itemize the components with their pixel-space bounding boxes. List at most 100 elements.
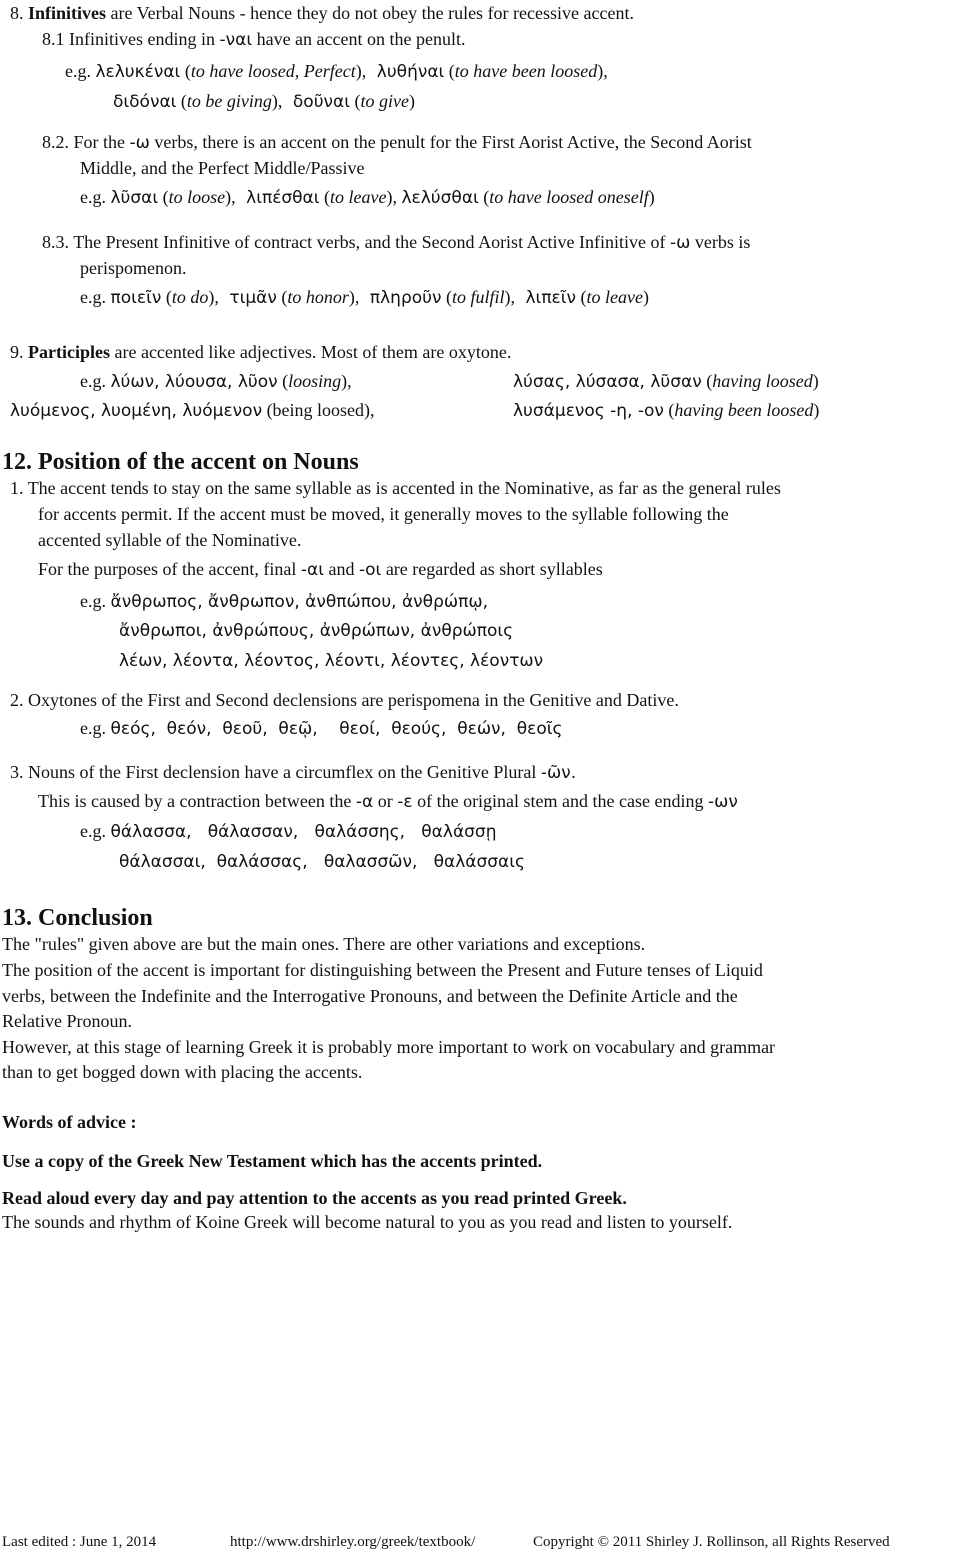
- text: verbs, there is an accent on the penult …: [154, 132, 752, 152]
- greek-words: λυόμενος, λυομένη, λυόμενον: [10, 401, 263, 421]
- section-title: Participles: [28, 342, 110, 362]
- text-line: accented syllable of the Nominative.: [38, 530, 302, 550]
- section-number: 8.: [10, 3, 24, 23]
- greek-words: ἄνθρωποι, ἀνθρώπους, ἀνθρώπων, ἀνθρώποις: [119, 621, 514, 641]
- section-13-heading: 13. Conclusion: [2, 905, 153, 931]
- gloss: to give: [360, 91, 409, 111]
- greek-words: θάλασσαι, θαλάσσας, θαλασσῶν, θαλάσσαις: [119, 852, 525, 872]
- section-8-heading: 8. Infinitives are Verbal Nouns - hence …: [10, 2, 634, 24]
- greek-word: λελύσθαι: [401, 188, 479, 208]
- advice-tip: Read aloud every day and pay attention t…: [2, 1188, 627, 1208]
- gloss: to honor: [287, 287, 349, 307]
- subsection-8-2: 8.2. For the -ω verbs, there is an accen…: [42, 131, 752, 154]
- text: are regarded as short syllables: [385, 559, 603, 579]
- subsection-8-1: 8.1 Infinitives ending in -ναι have an a…: [42, 28, 466, 51]
- paren: ),: [386, 187, 398, 207]
- section-title: Infinitives: [28, 3, 107, 23]
- greek-ending: -ω: [670, 233, 691, 253]
- eg-label: e.g.: [65, 61, 91, 81]
- eg-label: e.g.: [80, 371, 106, 391]
- gloss: having loosed: [712, 371, 813, 391]
- greek-ending: -ων: [708, 792, 738, 812]
- example-row: e.g. λελυκέναι (to have loosed, Perfect)…: [65, 60, 608, 83]
- advice-tip: Use a copy of the Greek New Testament wh…: [2, 1151, 543, 1171]
- eg-label: e.g.: [80, 287, 106, 307]
- gloss: to have been loosed: [454, 61, 598, 81]
- greek-ending: -οι: [359, 560, 382, 580]
- eg-label: e.g.: [80, 591, 106, 611]
- text: Oxytones of the First and Second declens…: [28, 690, 679, 710]
- text: This is caused by a contraction between …: [38, 791, 352, 811]
- example-row: e.g. λῦσαι (to loose), λιπέσθαι (to leav…: [80, 187, 655, 208]
- greek-word: τιμᾶν: [229, 288, 277, 308]
- text-line: Middle, and the Perfect Middle/Passive: [80, 158, 365, 178]
- example-row: λύσας, λύσασα, λῦσαν (having loosed): [513, 371, 819, 392]
- greek-ending: -αι: [300, 560, 325, 580]
- text: For the: [73, 132, 126, 152]
- text: The accent tends to stay on the same syl…: [27, 478, 781, 498]
- paren: ),: [348, 287, 360, 307]
- point-number: 2.: [10, 690, 24, 710]
- greek-words: ἄνθρωπος, ἄνθρωπον, ἀνθπώπου, ἀνθρώπῳ,: [110, 592, 488, 612]
- text-line: This is caused by a contraction between …: [38, 790, 738, 813]
- example-row: διδόναι (to be giving), δοῦναι (to give): [113, 90, 415, 113]
- gloss: to have loosed, Perfect: [190, 61, 356, 81]
- paragraph-line: Relative Pronoun.: [2, 1011, 132, 1031]
- gloss: to leave: [586, 287, 643, 307]
- greek-words: θεός, θεόν, θεοῦ, θεῷ, θεοί, θεούς, θεών…: [110, 719, 563, 739]
- paren: ): [648, 187, 655, 207]
- greek-word: ποιεῖν: [110, 288, 162, 308]
- section-text: are accented like adjectives. Most of th…: [114, 342, 512, 362]
- text-line: for accents permit. If the accent must b…: [38, 504, 729, 524]
- section-text: are Verbal Nouns - hence they do not obe…: [110, 3, 634, 23]
- paren: ),: [504, 287, 516, 307]
- paren: ),: [225, 187, 236, 207]
- greek-word: λυθήναι: [376, 62, 445, 82]
- text: or: [377, 791, 393, 811]
- paren: ): [408, 91, 415, 111]
- section-9-heading: 9. Participles are accented like adjecti…: [10, 341, 511, 363]
- example-row: e.g. ποιεῖν (to do), τιμᾶν (to honor), π…: [80, 287, 649, 308]
- greek-words: λύων, λύουσα, λῦον: [110, 372, 278, 392]
- text: verbs is: [694, 232, 751, 252]
- subsection-8-3: 8.3. The Present Infinitive of contract …: [42, 231, 750, 254]
- paragraph-line: verbs, between the Indefinite and the In…: [2, 986, 738, 1006]
- footer-url[interactable]: http://www.drshirley.org/greek/textbook/: [230, 1531, 475, 1553]
- paragraph-line: The position of the accent is important …: [2, 960, 763, 980]
- greek-words: λυσάμενος -η, -ον: [513, 401, 664, 421]
- greek-words: λέων, λέοντα, λέοντος, λέοντι, λέοντες, …: [119, 651, 544, 671]
- greek-ending: -ναι: [219, 30, 253, 50]
- gloss: loosing: [288, 371, 342, 391]
- text: The Present Infinitive of contract verbs…: [73, 232, 666, 252]
- greek-ending: -ῶν.: [540, 763, 577, 783]
- paren: ),: [208, 287, 219, 307]
- note-line: For the purposes of the accent, final -α…: [38, 558, 603, 581]
- eg-label: e.g.: [80, 821, 106, 841]
- example-row: λυόμενος, λυομένη, λυόμενον (being loose…: [10, 399, 375, 422]
- subsection-number: 8.1: [42, 29, 65, 49]
- gloss: to loose: [168, 187, 226, 207]
- text: For the purposes of the accent, final: [38, 559, 297, 579]
- gloss: to fulfil: [451, 287, 505, 307]
- greek-word: λιπέσθαι: [246, 188, 320, 208]
- gloss: to leave: [330, 187, 387, 207]
- example-row: λυσάμενος -η, -ον (having been loosed): [513, 400, 820, 421]
- eg-label: e.g.: [80, 718, 106, 738]
- point-3: 3. Nouns of the First declension have a …: [10, 761, 576, 784]
- gloss: (being loosed),: [266, 400, 375, 420]
- greek-ending: -ε: [397, 792, 413, 812]
- greek-word: δοῦναι: [292, 92, 350, 112]
- paren: ),: [271, 91, 283, 111]
- point-2: 2. Oxytones of the First and Second decl…: [10, 689, 679, 711]
- gloss: to do: [171, 287, 209, 307]
- example-row: e.g. θάλασσα, θάλασσαν, θαλάσσης, θαλάσσ…: [80, 820, 496, 843]
- gloss: to be giving: [186, 91, 272, 111]
- advice-heading: Words of advice :: [2, 1112, 137, 1132]
- greek-words: θάλασσα, θάλασσαν, θαλάσσης, θαλάσσῃ: [110, 822, 497, 842]
- text: Nouns of the First declension have a cir…: [28, 762, 537, 782]
- paragraph-line: The "rules" given above are but the main…: [2, 934, 646, 954]
- paren: ),: [355, 61, 367, 81]
- subsection-number: 8.2.: [42, 132, 69, 152]
- greek-ending: -α: [355, 792, 374, 812]
- greek-word: πληροῦν: [369, 288, 442, 308]
